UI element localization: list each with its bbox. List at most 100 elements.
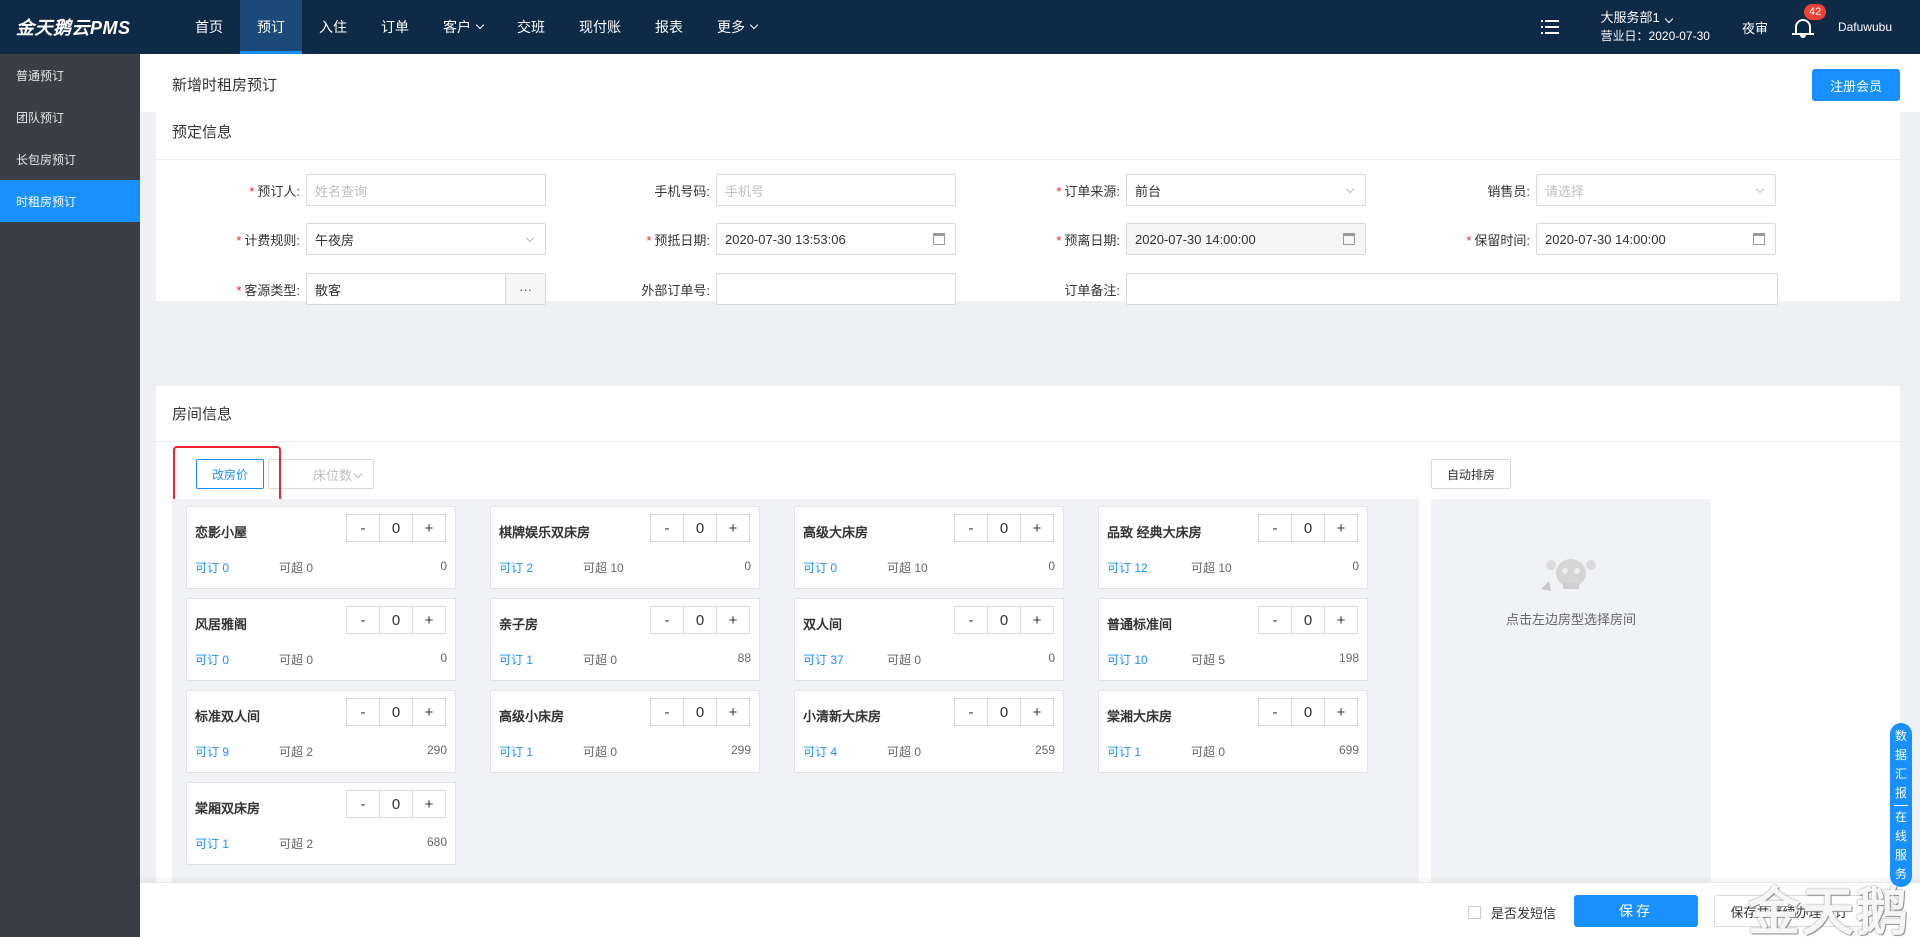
more-options-button[interactable]: ··· — [505, 274, 545, 304]
order-remark-textarea[interactable] — [1126, 273, 1778, 305]
overbook-count: 可超 0 — [1191, 745, 1226, 759]
checkbox[interactable] — [1468, 906, 1481, 919]
guest-type-input[interactable]: 散客 ··· — [306, 273, 546, 305]
sidebar-item-0[interactable]: 普通预订 — [0, 54, 140, 96]
overbook-count: 可超 0 — [887, 745, 922, 759]
sales-select[interactable]: 请选择 — [1536, 174, 1776, 206]
increment-button[interactable]: + — [1021, 699, 1053, 725]
nav-item-0[interactable]: 首页 — [178, 0, 240, 54]
room-type-card[interactable]: 品致 经典大床房 -0 + 可订 12 可超 10 0 — [1098, 506, 1368, 589]
register-member-button[interactable]: 注册会员 — [1812, 69, 1900, 101]
decrement-button[interactable]: - — [347, 607, 379, 633]
phone-input[interactable]: 手机号 — [716, 174, 956, 206]
decrement-button[interactable]: - — [347, 699, 379, 725]
room-type-card[interactable]: 普通标准间 -0 + 可订 10 可超 5 198 — [1098, 598, 1368, 681]
increment-button[interactable]: + — [413, 515, 445, 541]
increment-button[interactable]: + — [1021, 515, 1053, 541]
save-button[interactable]: 保存 — [1574, 895, 1698, 927]
increment-button[interactable]: + — [413, 607, 445, 633]
increment-button[interactable]: + — [717, 699, 749, 725]
quantity-value[interactable]: 0 — [683, 699, 717, 725]
nav-item-1[interactable]: 预订 — [240, 0, 302, 54]
available-count: 可订 0 — [195, 561, 230, 575]
nav-item-7[interactable]: 报表 — [638, 0, 700, 54]
room-type-name: 品致 经典大床房 — [1107, 525, 1202, 540]
increment-button[interactable]: + — [413, 791, 445, 817]
department-switcher[interactable]: 大服务部1 营业日：2020-07-30 — [1601, 9, 1710, 45]
room-type-card[interactable]: 标准双人间 -0 + 可订 9 可超 2 290 — [186, 690, 456, 773]
increment-button[interactable]: + — [1325, 515, 1357, 541]
room-type-card[interactable]: 高级小床房 -0 + 可订 1 可超 0 299 — [490, 690, 760, 773]
watermark: 金天鹅 — [1748, 884, 1911, 937]
quantity-value[interactable]: 0 — [987, 515, 1021, 541]
room-type-card[interactable]: 亲子房 -0 + 可订 1 可超 0 88 — [490, 598, 760, 681]
quantity-value[interactable]: 0 — [379, 515, 413, 541]
floating-service-tab[interactable]: 数据汇报在线服务 — [1890, 723, 1912, 887]
room-type-card[interactable]: 高级大床房 -0 + 可订 0 可超 10 0 — [794, 506, 1064, 589]
overbook-count: 可超 0 — [279, 561, 314, 575]
sidebar-item-2[interactable]: 长包房预订 — [0, 138, 140, 180]
night-audit-link[interactable]: 夜审 — [1742, 18, 1768, 37]
nav-item-label: 交班 — [517, 19, 545, 35]
auto-assign-rooms-button[interactable]: 自动排房 — [1431, 459, 1511, 489]
external-order-input[interactable] — [716, 273, 956, 305]
quantity-value[interactable]: 0 — [683, 515, 717, 541]
sidebar-item-1[interactable]: 团队预订 — [0, 96, 140, 138]
decrement-button[interactable]: - — [1259, 607, 1291, 633]
quantity-value[interactable]: 0 — [1291, 699, 1325, 725]
user-menu[interactable]: Dafuwubu — [1838, 20, 1892, 34]
room-type-card[interactable]: 棠厢双床房 -0 + 可订 1 可超 2 680 — [186, 782, 456, 865]
room-type-card[interactable]: 棋牌娱乐双床房 -0 + 可订 2 可超 10 0 — [490, 506, 760, 589]
decrement-button[interactable]: - — [1259, 699, 1291, 725]
room-type-card[interactable]: 小清新大床房 -0 + 可订 4 可超 0 259 — [794, 690, 1064, 773]
nav-item-2[interactable]: 入住 — [302, 0, 364, 54]
nav-item-3[interactable]: 订单 — [364, 0, 426, 54]
send-sms-checkbox[interactable]: 是否发短信 — [1468, 903, 1556, 922]
booker-input[interactable]: 姓名查询 — [306, 174, 546, 206]
quantity-value[interactable]: 0 — [379, 791, 413, 817]
bed-count-select[interactable]: 床位数 — [268, 459, 374, 489]
quantity-value[interactable]: 0 — [1291, 515, 1325, 541]
quantity-value[interactable]: 0 — [987, 699, 1021, 725]
decrement-button[interactable]: - — [1259, 515, 1291, 541]
increment-button[interactable]: + — [717, 515, 749, 541]
quantity-value[interactable]: 0 — [379, 607, 413, 633]
source-select[interactable]: 前台 — [1126, 174, 1366, 206]
room-type-card[interactable]: 棠湘大床房 -0 + 可订 1 可超 0 699 — [1098, 690, 1368, 773]
increment-button[interactable]: + — [1325, 607, 1357, 633]
decrement-button[interactable]: - — [955, 515, 987, 541]
quantity-value[interactable]: 0 — [987, 607, 1021, 633]
quantity-value[interactable]: 0 — [1291, 607, 1325, 633]
decrement-button[interactable]: - — [955, 607, 987, 633]
decrement-button[interactable]: - — [347, 515, 379, 541]
increment-button[interactable]: + — [413, 699, 445, 725]
room-type-card[interactable]: 双人间 -0 + 可订 37 可超 00 — [794, 598, 1064, 681]
room-type-card[interactable]: 风居雅阁 -0 + 可订 0 可超 00 — [186, 598, 456, 681]
decrement-button[interactable]: - — [651, 607, 683, 633]
increment-button[interactable]: + — [717, 607, 749, 633]
nav-item-6[interactable]: 现付账 — [562, 0, 638, 54]
ext-order-label: 外部订单号: — [641, 282, 710, 298]
quantity-value[interactable]: 0 — [683, 607, 717, 633]
increment-button[interactable]: + — [1325, 699, 1357, 725]
room-price: 0 — [440, 559, 447, 573]
nav-item-label: 报表 — [655, 19, 683, 35]
keep-time-input[interactable]: 2020-07-30 14:00:00 — [1536, 223, 1776, 255]
nav-item-4[interactable]: 客户 — [426, 0, 500, 54]
increment-button[interactable]: + — [1021, 607, 1053, 633]
decrement-button[interactable]: - — [955, 699, 987, 725]
sidebar-item-3[interactable]: 时租房预订 — [0, 180, 140, 222]
billing-rule-select[interactable]: 午夜房 — [306, 223, 546, 255]
quantity-value[interactable]: 0 — [379, 699, 413, 725]
nav-item-5[interactable]: 交班 — [500, 0, 562, 54]
list-icon[interactable] — [1540, 20, 1559, 34]
room-type-card[interactable]: 恋影小屋 -0 + 可订 0 可超 00 — [186, 506, 456, 589]
decrement-button[interactable]: - — [651, 515, 683, 541]
decrement-button[interactable]: - — [651, 699, 683, 725]
nav-item-8[interactable]: 更多 — [700, 0, 774, 54]
arrive-date-input[interactable]: 2020-07-30 13:53:06 — [716, 223, 956, 255]
available-count: 可订 0 — [803, 561, 838, 575]
bell-icon[interactable]: 42 — [1791, 4, 1827, 38]
app-logo[interactable]: 金天鹅云PMS — [0, 14, 140, 40]
decrement-button[interactable]: - — [347, 791, 379, 817]
